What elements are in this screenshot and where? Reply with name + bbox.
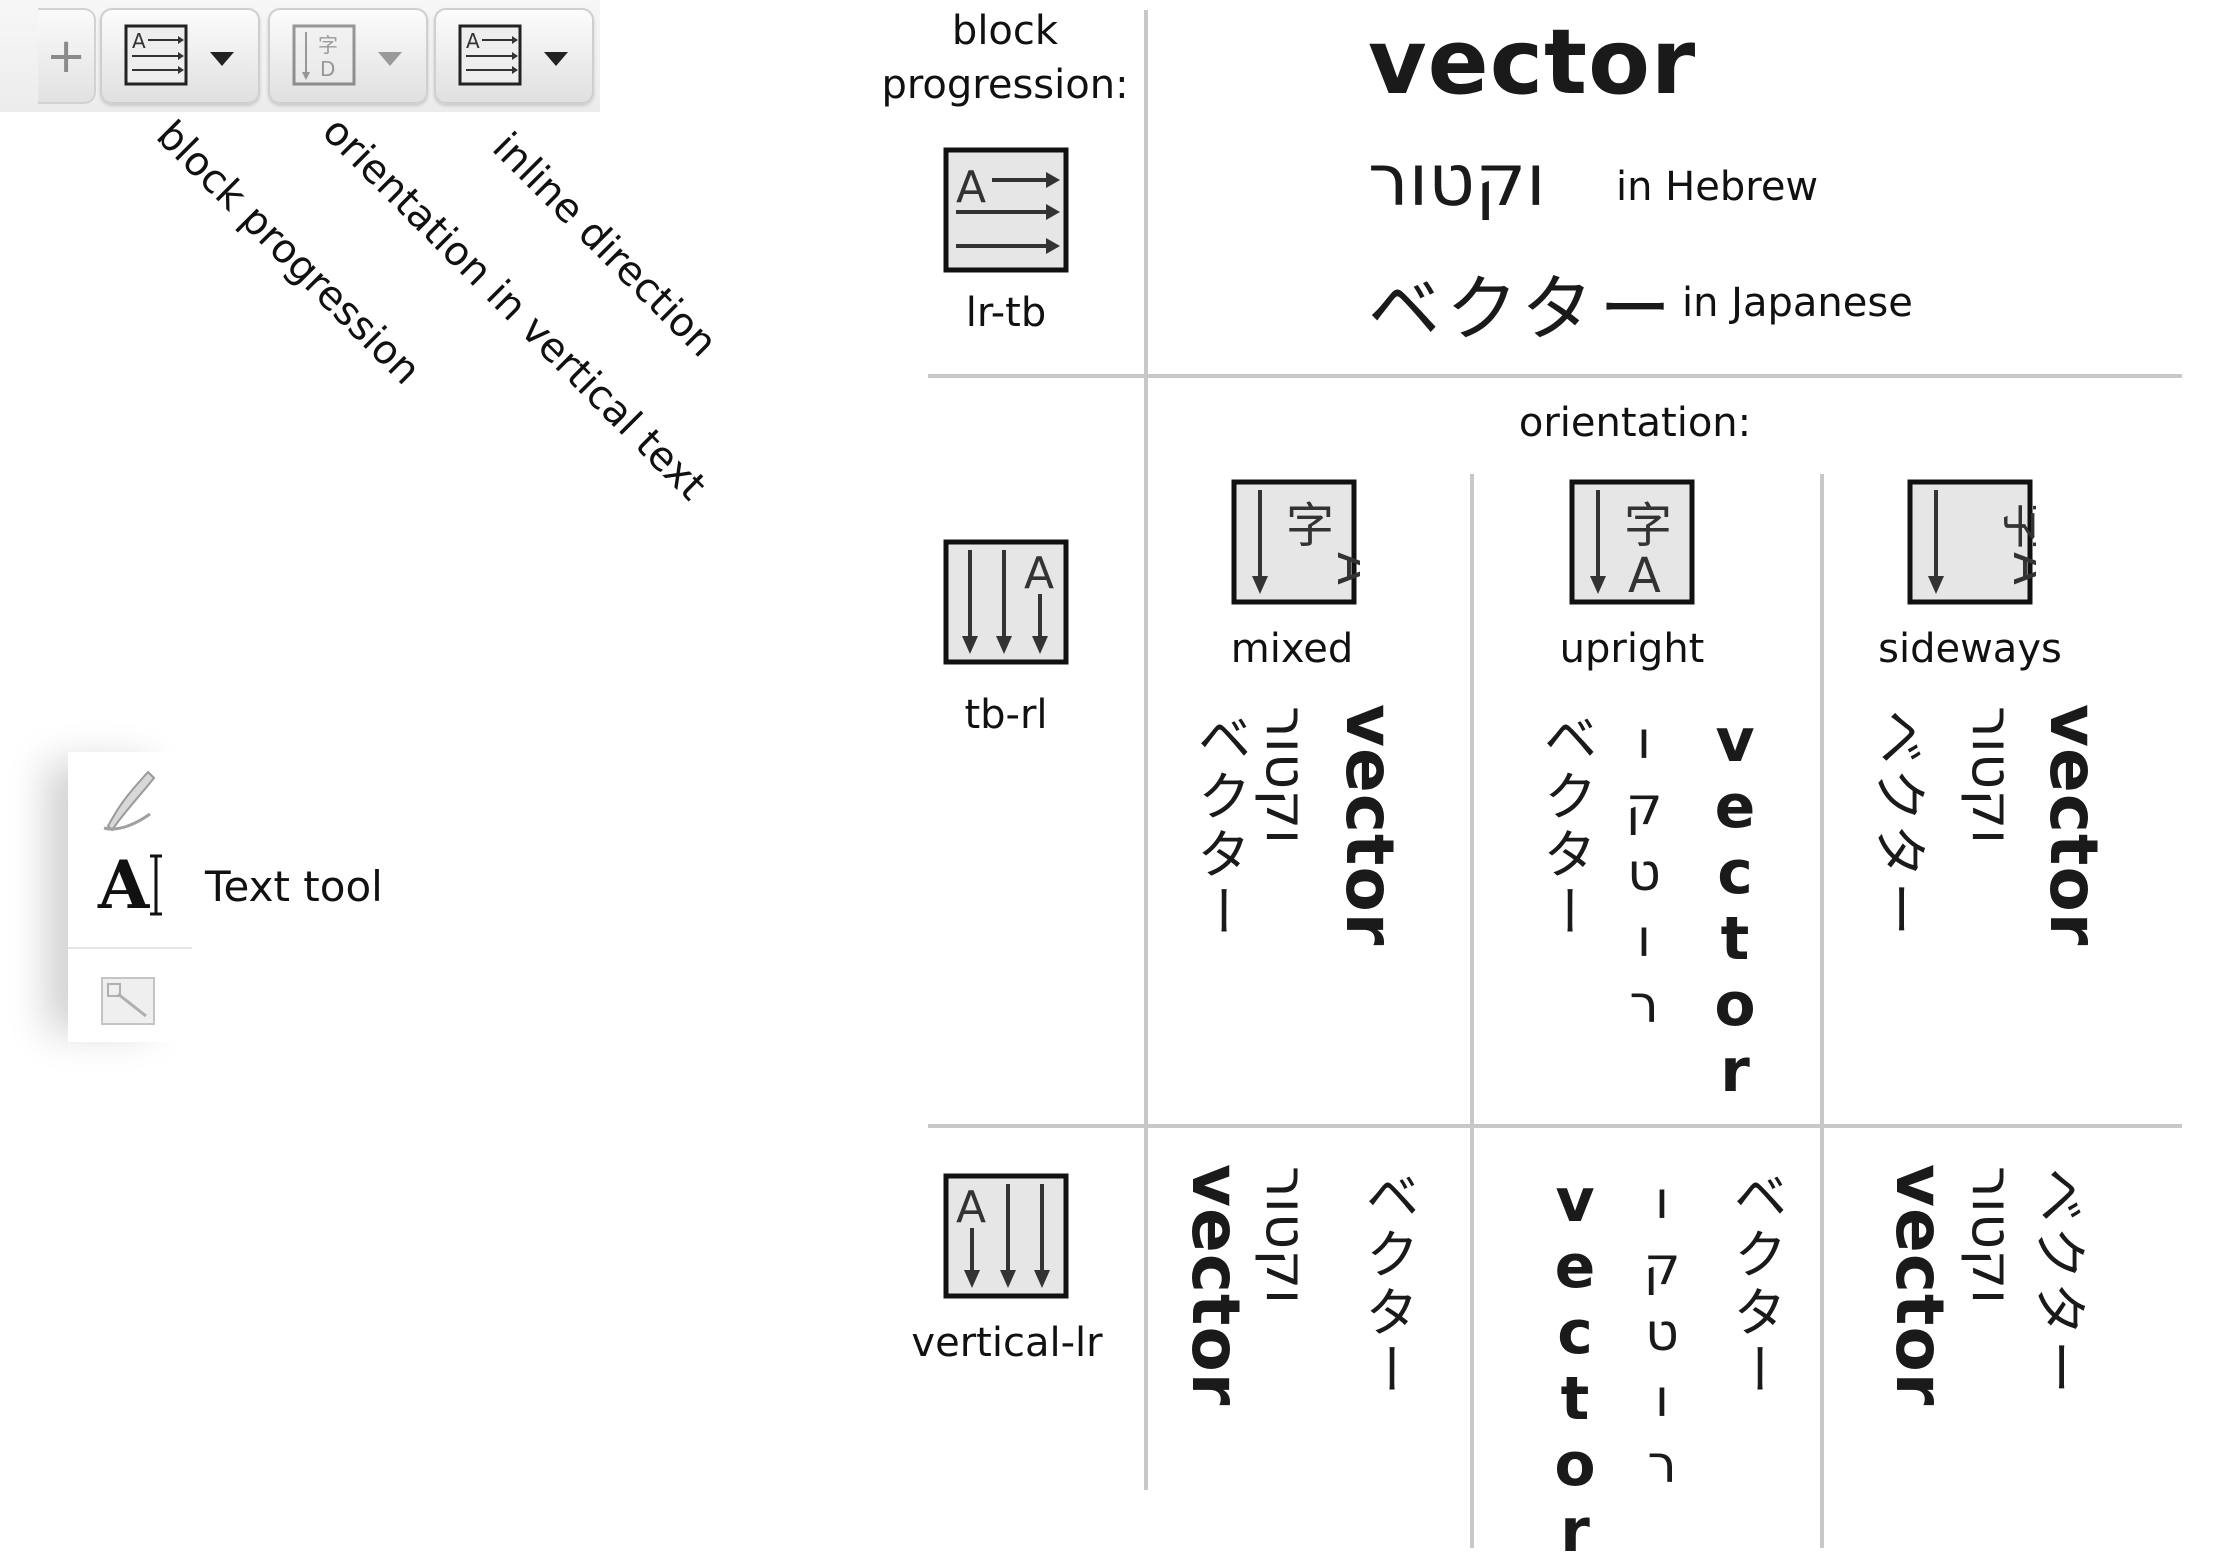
svg-text:A: A xyxy=(1628,548,1661,604)
panel-separator xyxy=(68,947,192,949)
svg-text:A: A xyxy=(1326,552,1360,585)
hebrew-vertical-lr-upright: וקטור xyxy=(1643,1171,1681,1495)
english-tb-rl-mixed: vector xyxy=(1331,704,1408,947)
vertical-lr-label: vertical-lr xyxy=(911,1320,1103,1366)
grid-divider-horizontal xyxy=(928,1124,2182,1128)
hebrew-vertical-lr-sideways: וקטור xyxy=(1959,1166,2024,1305)
dropdown-caret-icon xyxy=(544,52,568,66)
svg-text:A: A xyxy=(956,162,986,213)
inline-direction-button[interactable]: A xyxy=(434,8,594,104)
lr-tb-icon: A xyxy=(940,144,1069,273)
svg-text:A: A xyxy=(97,848,150,920)
hebrew-tb-rl-upright: וקטור xyxy=(1625,711,1663,1035)
upright-orientation-icon: 字 A xyxy=(1566,476,1695,605)
grid-divider-vertical xyxy=(1470,474,1474,1548)
tb-rl-label: tb-rl xyxy=(964,692,1048,738)
hebrew-word-horizontal: וקטור xyxy=(1368,138,1546,222)
sideways-label: sideways xyxy=(1878,626,2062,672)
tb-rl-icon: A xyxy=(940,536,1069,665)
english-vertical-lr-mixed: vector xyxy=(1177,1164,1254,1407)
dropdown-caret-icon xyxy=(378,52,402,66)
svg-text:D: D xyxy=(320,57,335,81)
toolbar-overflow-button[interactable]: + xyxy=(38,8,96,104)
vertical-orientation-icon: 字 D xyxy=(292,24,356,86)
block-progression-header: block progression: xyxy=(881,8,1129,108)
orientation-button[interactable]: 字 D xyxy=(268,8,428,104)
in-japanese-note: in Japanese xyxy=(1682,280,1913,326)
calligraphy-pen-icon[interactable] xyxy=(98,764,162,836)
grid-divider-vertical xyxy=(1144,10,1148,1490)
japanese-word-horizontal: ベクター xyxy=(1368,267,1678,351)
grid-divider-horizontal xyxy=(928,374,2182,378)
english-tb-rl-upright: vector xyxy=(1714,706,1756,1106)
japanese-vertical-lr-mixed: ベクター xyxy=(1356,1168,1419,1400)
lr-tb-icon: A xyxy=(124,24,188,86)
tools-panel: A xyxy=(68,752,192,1042)
svg-text:A: A xyxy=(1024,548,1054,599)
orientation-header: orientation: xyxy=(1518,400,1752,446)
svg-text:字: 字 xyxy=(1286,498,1334,554)
vertical-lr-icon: A xyxy=(940,1170,1069,1299)
plus-icon: + xyxy=(46,28,87,84)
english-vertical-lr-sideways: vector xyxy=(1881,1164,1958,1407)
english-word-horizontal: vector xyxy=(1368,10,1697,115)
svg-text:字: 字 xyxy=(1624,498,1672,554)
english-tb-rl-sideways: vector xyxy=(2035,704,2112,947)
hebrew-tb-rl-mixed: וקטור xyxy=(1253,706,1318,845)
japanese-tb-rl-mixed: ベクター xyxy=(1188,710,1251,942)
mixed-label: mixed xyxy=(1230,626,1354,672)
hebrew-vertical-lr-mixed: וקטור xyxy=(1253,1166,1318,1305)
block-progression-button[interactable]: A xyxy=(100,8,260,104)
text-tool-icon[interactable]: A xyxy=(96,848,168,920)
japanese-vertical-lr-sideways: ベクター xyxy=(2028,1168,2091,1398)
svg-text:A: A xyxy=(466,29,480,53)
sideways-orientation-icon: 字 A xyxy=(1904,476,2036,605)
grid-divider-vertical xyxy=(1820,474,1824,1548)
japanese-tb-rl-sideways: ベクター xyxy=(1868,710,1931,940)
english-vertical-lr-upright: vector xyxy=(1554,1166,1596,1566)
japanese-vertical-lr-upright: ベクター xyxy=(1724,1168,1787,1400)
svg-text:字: 字 xyxy=(318,33,338,57)
in-hebrew-note: in Hebrew xyxy=(1616,164,1819,210)
svg-text:A: A xyxy=(132,29,146,53)
dropdown-caret-icon xyxy=(210,52,234,66)
svg-text:字: 字 xyxy=(1996,502,2036,550)
writing-mode-toolbar: + A 字 D A xyxy=(0,0,600,112)
text-tool-label: Text tool xyxy=(205,862,383,911)
svg-text:A: A xyxy=(2002,552,2036,585)
svg-text:A: A xyxy=(956,1182,986,1233)
inline-direction-icon: A xyxy=(458,24,522,86)
japanese-tb-rl-upright: ベクター xyxy=(1534,710,1597,942)
hebrew-tb-rl-sideways: וקטור xyxy=(1959,706,2024,845)
gradient-tool-icon[interactable] xyxy=(98,974,162,1030)
upright-label: upright xyxy=(1559,626,1705,672)
mixed-orientation-icon: 字 A xyxy=(1228,476,1360,605)
lr-tb-label: lr-tb xyxy=(965,290,1047,336)
